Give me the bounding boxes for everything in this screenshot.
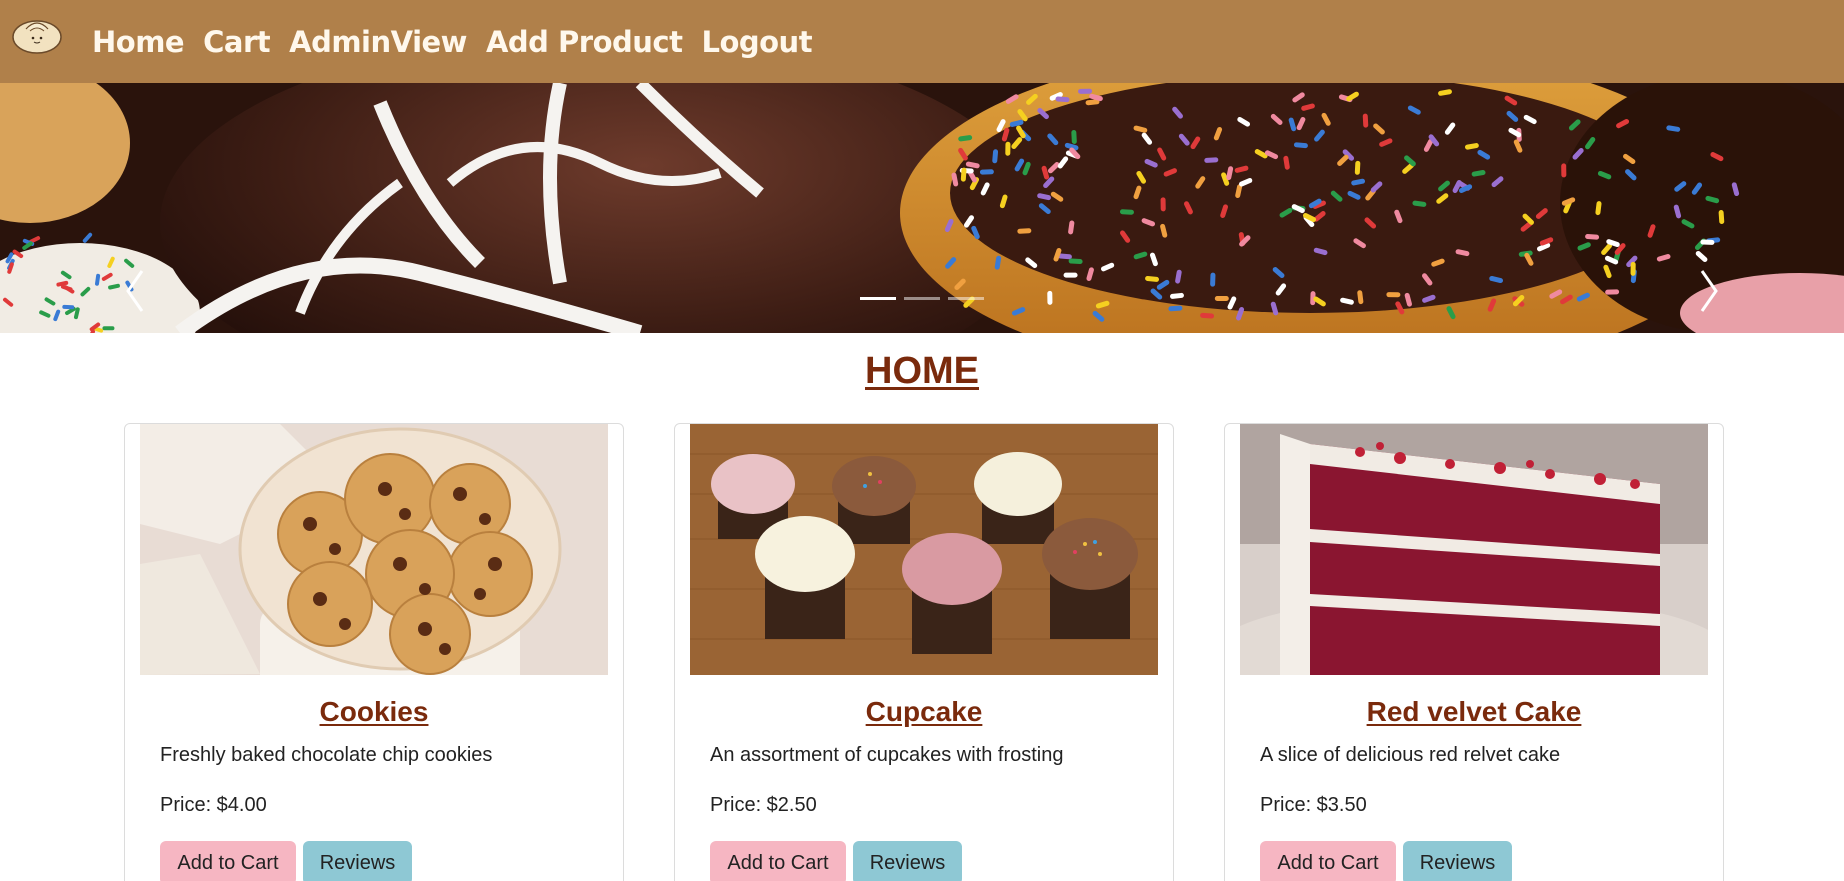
- nav-logout-link[interactable]: Logout: [701, 25, 812, 59]
- carousel-indicators: [860, 297, 984, 300]
- product-price: Price: $2.50: [710, 794, 817, 816]
- donuts-image: [0, 83, 1844, 333]
- nav-cart-link[interactable]: Cart: [203, 25, 271, 59]
- nav-add-product-link[interactable]: Add Product: [486, 25, 683, 59]
- nav-links: Home Cart AdminView Add Product Logout: [92, 0, 813, 83]
- product-card-cookies: Cookies Freshly baked chocolate chip coo…: [124, 423, 624, 881]
- product-description: A slice of delicious red relvet cake: [1260, 744, 1561, 766]
- nav-home-link[interactable]: Home: [92, 25, 185, 59]
- cookies-image: [140, 424, 608, 675]
- product-card-red-velvet-cake: Red velvet Cake A slice of delicious red…: [1224, 423, 1724, 881]
- reviews-button[interactable]: Reviews: [853, 841, 962, 881]
- product-description: An assortment of cupcakes with frosting: [710, 744, 1064, 766]
- product-card-cupcake: Cupcake An assortment of cupcakes with f…: [674, 423, 1174, 881]
- carousel-indicator-2[interactable]: [904, 297, 940, 300]
- hero-carousel: [0, 83, 1844, 333]
- reviews-button[interactable]: Reviews: [303, 841, 412, 881]
- product-title[interactable]: Cookies: [125, 696, 623, 728]
- red-velvet-cake-image: [1240, 424, 1708, 675]
- product-title[interactable]: Cupcake: [675, 696, 1173, 728]
- nav-adminview-link[interactable]: AdminView: [289, 25, 467, 59]
- carousel-indicator-3[interactable]: [948, 297, 984, 300]
- reviews-button[interactable]: Reviews: [1403, 841, 1512, 881]
- product-price: Price: $3.50: [1260, 794, 1367, 816]
- add-to-cart-button[interactable]: Add to Cart: [160, 841, 296, 881]
- bun-logo-icon[interactable]: [12, 15, 62, 55]
- product-description: Freshly baked chocolate chip cookies: [160, 744, 493, 766]
- carousel-prev-icon[interactable]: [118, 263, 154, 319]
- carousel-next-icon[interactable]: [1690, 263, 1726, 319]
- product-title[interactable]: Red velvet Cake: [1225, 696, 1723, 728]
- page-title: HOME: [865, 350, 979, 392]
- navbar: Home Cart AdminView Add Product Logout: [0, 0, 1844, 83]
- add-to-cart-button[interactable]: Add to Cart: [1260, 841, 1396, 881]
- product-price: Price: $4.00: [160, 794, 267, 816]
- add-to-cart-button[interactable]: Add to Cart: [710, 841, 846, 881]
- cupcake-image: [690, 424, 1158, 675]
- carousel-indicator-1[interactable]: [860, 297, 896, 300]
